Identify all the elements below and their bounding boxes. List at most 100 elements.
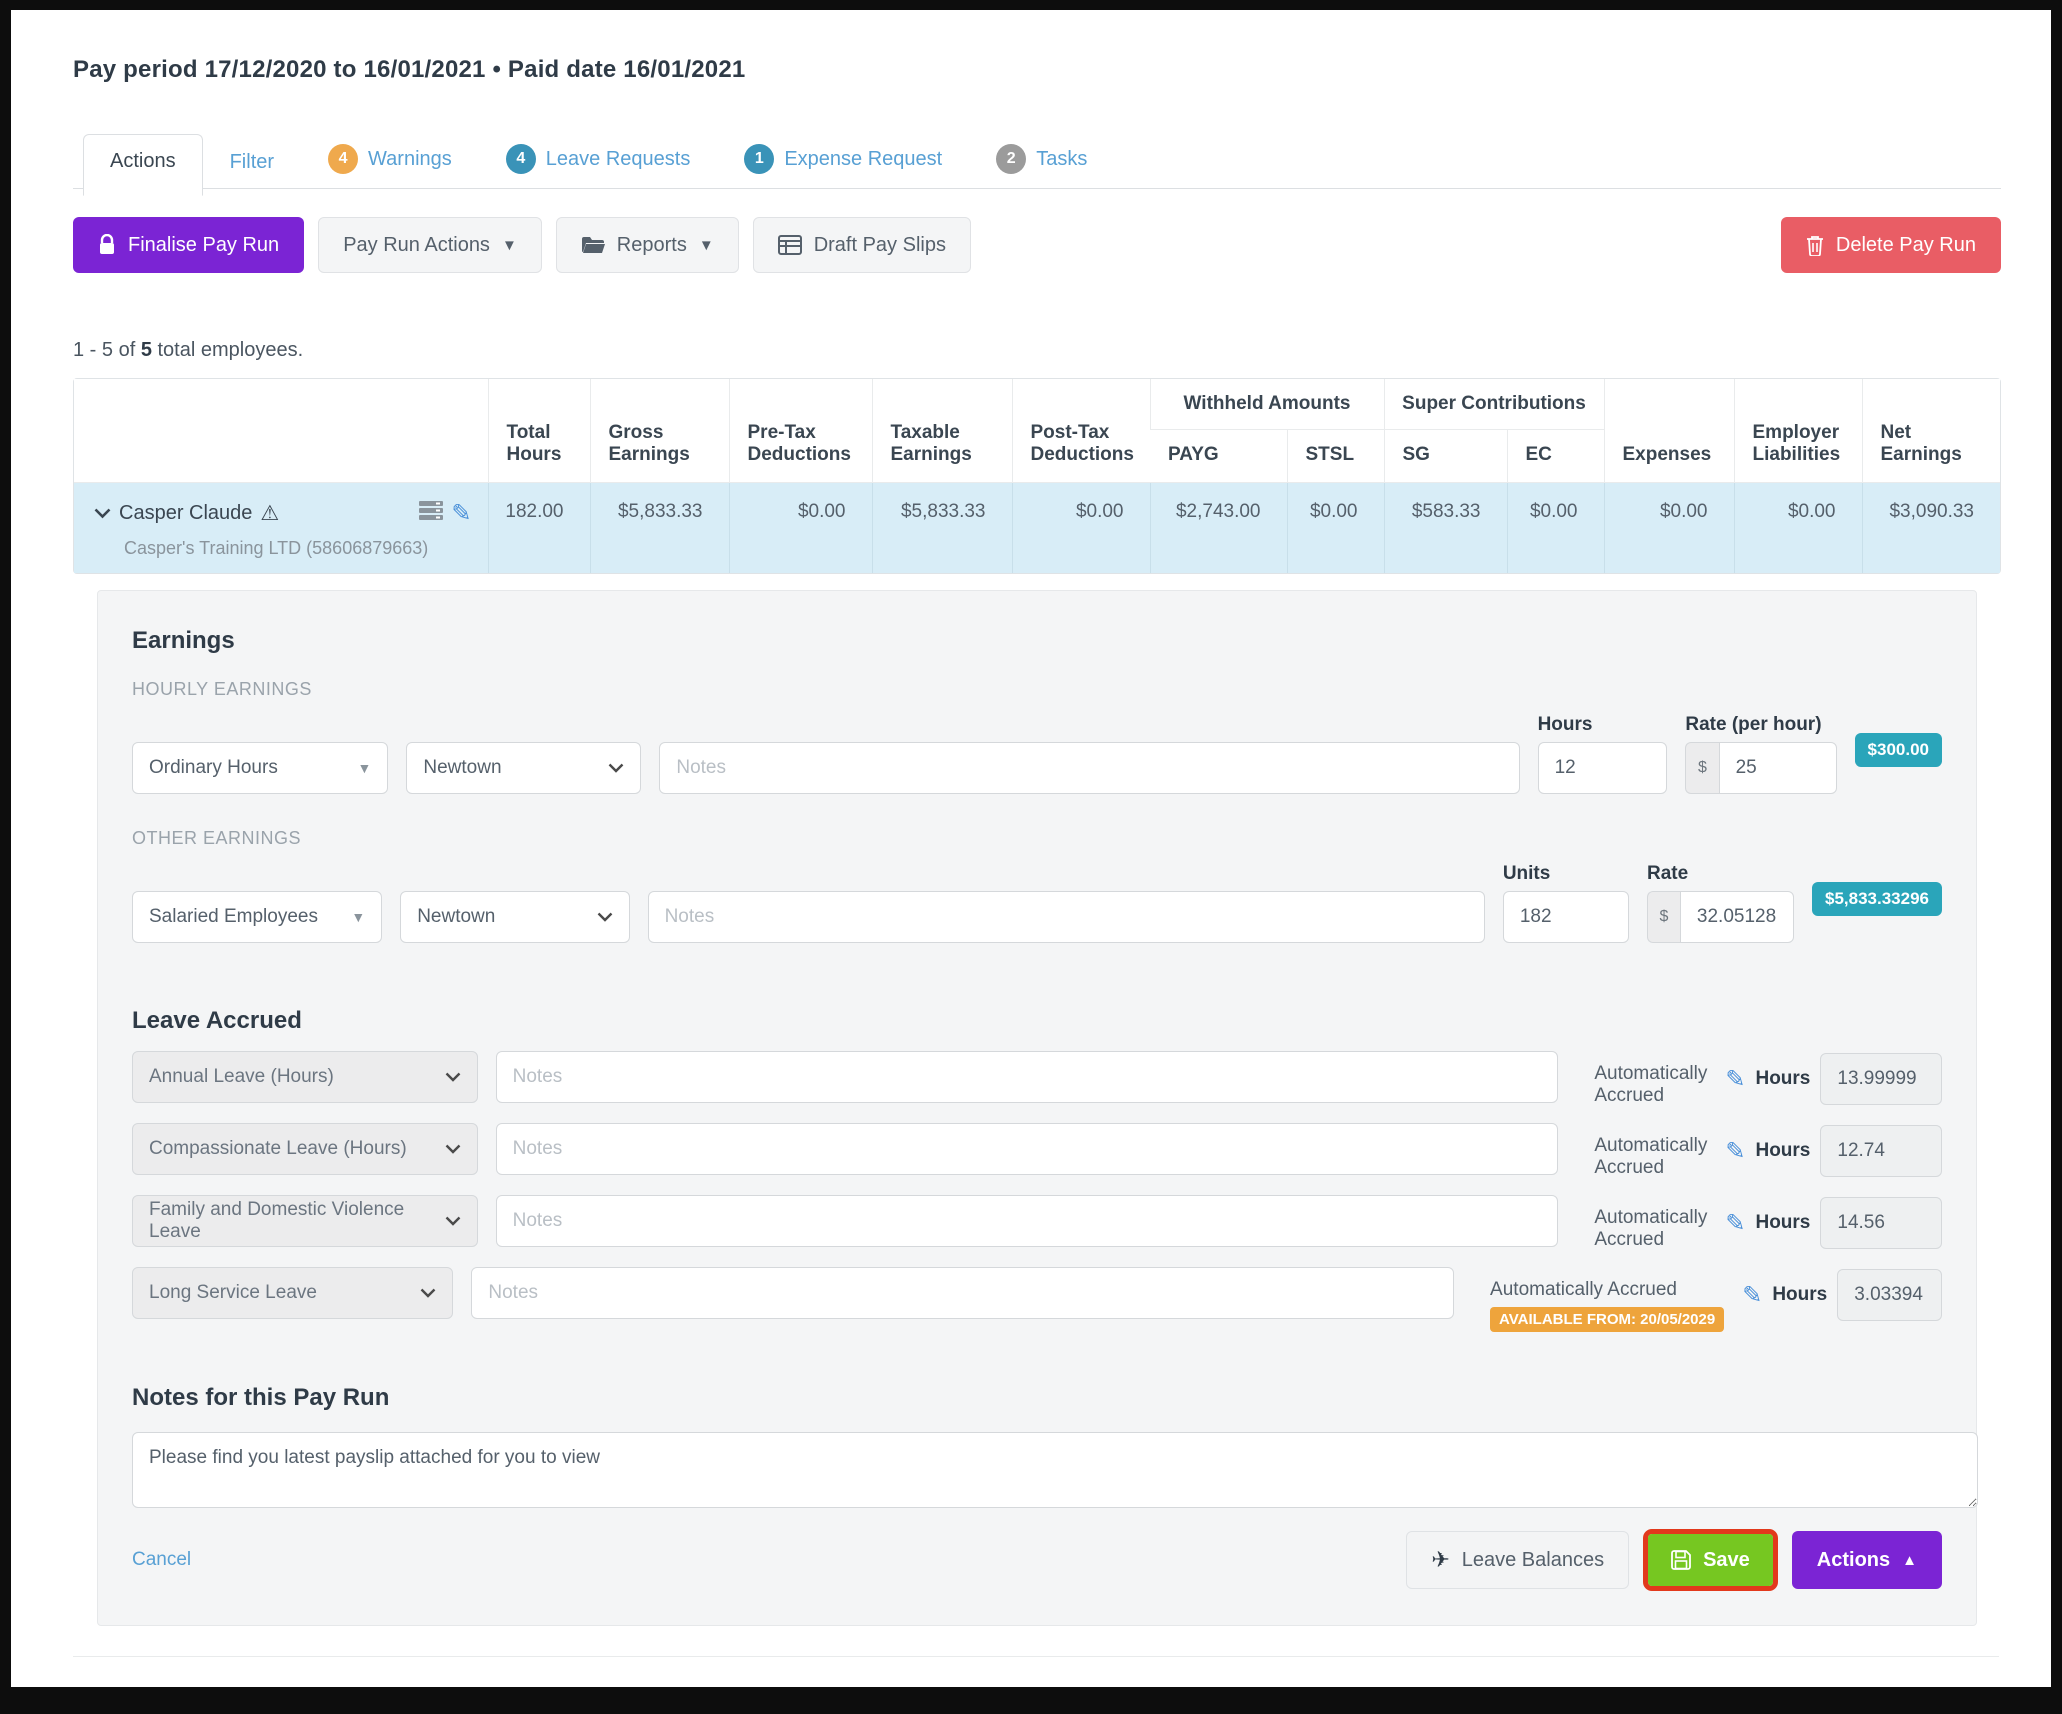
payslip-list-icon — [778, 235, 802, 255]
earnings-heading: Earnings — [132, 627, 1942, 655]
toolbar: Finalise Pay Run Pay Run Actions ▼ Repor… — [73, 217, 2001, 273]
delete-pay-run-label: Delete Pay Run — [1836, 234, 1976, 257]
cell-ec: $0.00 — [1507, 483, 1604, 574]
folder-icon — [581, 235, 605, 255]
family-violence-leave-select[interactable]: Family and Domestic Violence Leave — [132, 1195, 478, 1247]
payslip-icon[interactable] — [419, 501, 443, 526]
hours-label: Hours — [1772, 1284, 1827, 1306]
hours-label: Hours — [1755, 1068, 1810, 1090]
auto-accrued-label: Automatically Accrued — [1490, 1279, 1724, 1301]
leave-balances-button[interactable]: ✈ Leave Balances — [1406, 1531, 1629, 1589]
col-net-earnings: Net Earnings — [1862, 379, 2000, 483]
tab-tasks[interactable]: 2 Tasks — [969, 128, 1114, 189]
cancel-link[interactable]: Cancel — [132, 1549, 191, 1571]
hours-label: Hours — [1755, 1140, 1810, 1162]
save-disk-icon — [1671, 1550, 1691, 1570]
family-violence-leave-value: Family and Domestic Violence Leave — [149, 1199, 435, 1243]
pay-run-actions-button[interactable]: Pay Run Actions ▼ — [318, 217, 542, 273]
other-location-select[interactable]: Newtown — [400, 891, 629, 943]
leave-row-compassionate: Compassionate Leave (Hours) Automaticall… — [132, 1123, 1942, 1179]
edit-hours-icon[interactable]: ✎ — [1725, 1209, 1745, 1238]
tab-filter[interactable]: Filter — [203, 135, 301, 189]
finalise-pay-run-button[interactable]: Finalise Pay Run — [73, 217, 304, 273]
family-violence-leave-notes-input[interactable] — [496, 1195, 1559, 1247]
hourly-notes-input[interactable] — [659, 742, 1519, 794]
auto-accrued-label: Automatically Accrued — [1594, 1135, 1707, 1179]
tab-actions[interactable]: Actions — [83, 134, 203, 196]
chevron-down-icon — [597, 906, 613, 928]
annual-leave-value: Annual Leave (Hours) — [149, 1066, 334, 1088]
other-rate-input[interactable] — [1680, 891, 1794, 943]
chevron-down-icon: ▼ — [699, 238, 714, 253]
cell-post-tax-deductions: $0.00 — [1012, 483, 1150, 574]
hourly-pay-category-value: Ordinary Hours — [149, 757, 278, 779]
other-pay-category-select[interactable]: Salaried Employees ▼ — [132, 891, 382, 943]
tab-warnings[interactable]: 4 Warnings — [301, 128, 479, 189]
compassionate-leave-select[interactable]: Compassionate Leave (Hours) — [132, 1123, 478, 1175]
available-from-badge: AVAILABLE FROM: 20/05/2029 — [1490, 1307, 1724, 1332]
long-service-leave-notes-input[interactable] — [471, 1267, 1454, 1319]
long-service-leave-hours-input[interactable] — [1837, 1269, 1942, 1321]
tasks-count-badge: 2 — [996, 144, 1026, 174]
long-service-leave-value: Long Service Leave — [149, 1282, 317, 1304]
family-violence-leave-hours-input[interactable] — [1820, 1197, 1942, 1249]
delete-pay-run-button[interactable]: Delete Pay Run — [1781, 217, 2001, 273]
employee-row: Casper Claude ⚠ ✎ Casper's Training LTD … — [74, 483, 2000, 574]
chevron-up-icon: ▲ — [1902, 1553, 1917, 1568]
summary-count: 5 — [141, 339, 152, 361]
reports-button[interactable]: Reports ▼ — [556, 217, 739, 273]
chevron-down-icon: ▼ — [502, 238, 517, 253]
dropdown-triangle-icon: ▼ — [351, 909, 365, 925]
edit-employee-icon[interactable]: ✎ — [451, 499, 471, 528]
other-units-input[interactable] — [1503, 891, 1629, 943]
edit-hours-icon[interactable]: ✎ — [1742, 1281, 1762, 1310]
hourly-rate-input[interactable] — [1719, 742, 1837, 794]
col-taxable-earnings: Taxable Earnings — [872, 379, 1012, 483]
chevron-down-icon — [445, 1210, 461, 1232]
compassionate-leave-hours-input[interactable] — [1820, 1125, 1942, 1177]
col-expenses: Expenses — [1604, 379, 1734, 483]
tab-warnings-label: Warnings — [368, 148, 452, 171]
pay-run-notes-textarea[interactable]: Please find you latest payslip attached … — [132, 1432, 1978, 1508]
save-button[interactable]: Save — [1648, 1534, 1773, 1586]
compassionate-leave-notes-input[interactable] — [496, 1123, 1559, 1175]
employee-name[interactable]: Casper Claude — [119, 502, 252, 525]
tab-expense-request[interactable]: 1 Expense Request — [717, 128, 969, 189]
tab-leave-requests[interactable]: 4 Leave Requests — [479, 128, 718, 189]
auto-accrued-label: Automatically Accrued — [1594, 1063, 1707, 1107]
annual-leave-hours-input[interactable] — [1820, 1053, 1942, 1105]
employee-column-header — [74, 379, 488, 483]
hourly-hours-input[interactable] — [1538, 742, 1668, 794]
annual-leave-notes-input[interactable] — [496, 1051, 1559, 1103]
other-notes-input[interactable] — [648, 891, 1485, 943]
hourly-pay-category-select[interactable]: Ordinary Hours ▼ — [132, 742, 388, 794]
actions-button[interactable]: Actions ▲ — [1792, 1531, 1942, 1589]
leave-row-long-service: Long Service Leave Automatically Accrued… — [132, 1267, 1942, 1332]
long-service-leave-select[interactable]: Long Service Leave — [132, 1267, 453, 1319]
col-gross-earnings: Gross Earnings — [590, 379, 729, 483]
dropdown-triangle-icon: ▼ — [358, 760, 372, 776]
hours-label: Hours — [1755, 1212, 1810, 1234]
collapse-row-icon[interactable] — [94, 508, 111, 519]
currency-addon: $ — [1647, 891, 1680, 943]
chevron-down-icon — [608, 757, 624, 779]
group-super-contributions: Super Contributions — [1384, 379, 1604, 430]
draft-pay-slips-label: Draft Pay Slips — [814, 234, 946, 257]
pay-run-page: Pay period 17/12/2020 to 16/01/2021 • Pa… — [11, 10, 2051, 1687]
other-total-badge: $5,833.33296 — [1812, 882, 1942, 916]
chevron-down-icon — [420, 1282, 436, 1304]
col-employer-liabilities: Employer Liabilities — [1734, 379, 1862, 483]
panel-footer: Cancel ✈ Leave Balances Save Actions — [132, 1529, 1942, 1591]
currency-addon: $ — [1685, 742, 1718, 794]
edit-hours-icon[interactable]: ✎ — [1725, 1137, 1745, 1166]
cell-payg: $2,743.00 — [1150, 483, 1287, 574]
employee-cell: Casper Claude ⚠ ✎ Casper's Training LTD … — [74, 483, 488, 574]
employee-count-summary: 1 - 5 of 5 total employees. — [73, 339, 2001, 362]
edit-hours-icon[interactable]: ✎ — [1725, 1065, 1745, 1094]
tab-actions-label: Actions — [110, 150, 176, 173]
hourly-location-select[interactable]: Newtown — [406, 742, 641, 794]
annual-leave-select[interactable]: Annual Leave (Hours) — [132, 1051, 478, 1103]
draft-pay-slips-button[interactable]: Draft Pay Slips — [753, 217, 971, 273]
tab-bar: Actions Filter 4 Warnings 4 Leave Reques… — [73, 128, 2001, 189]
save-button-highlight: Save — [1643, 1529, 1778, 1591]
